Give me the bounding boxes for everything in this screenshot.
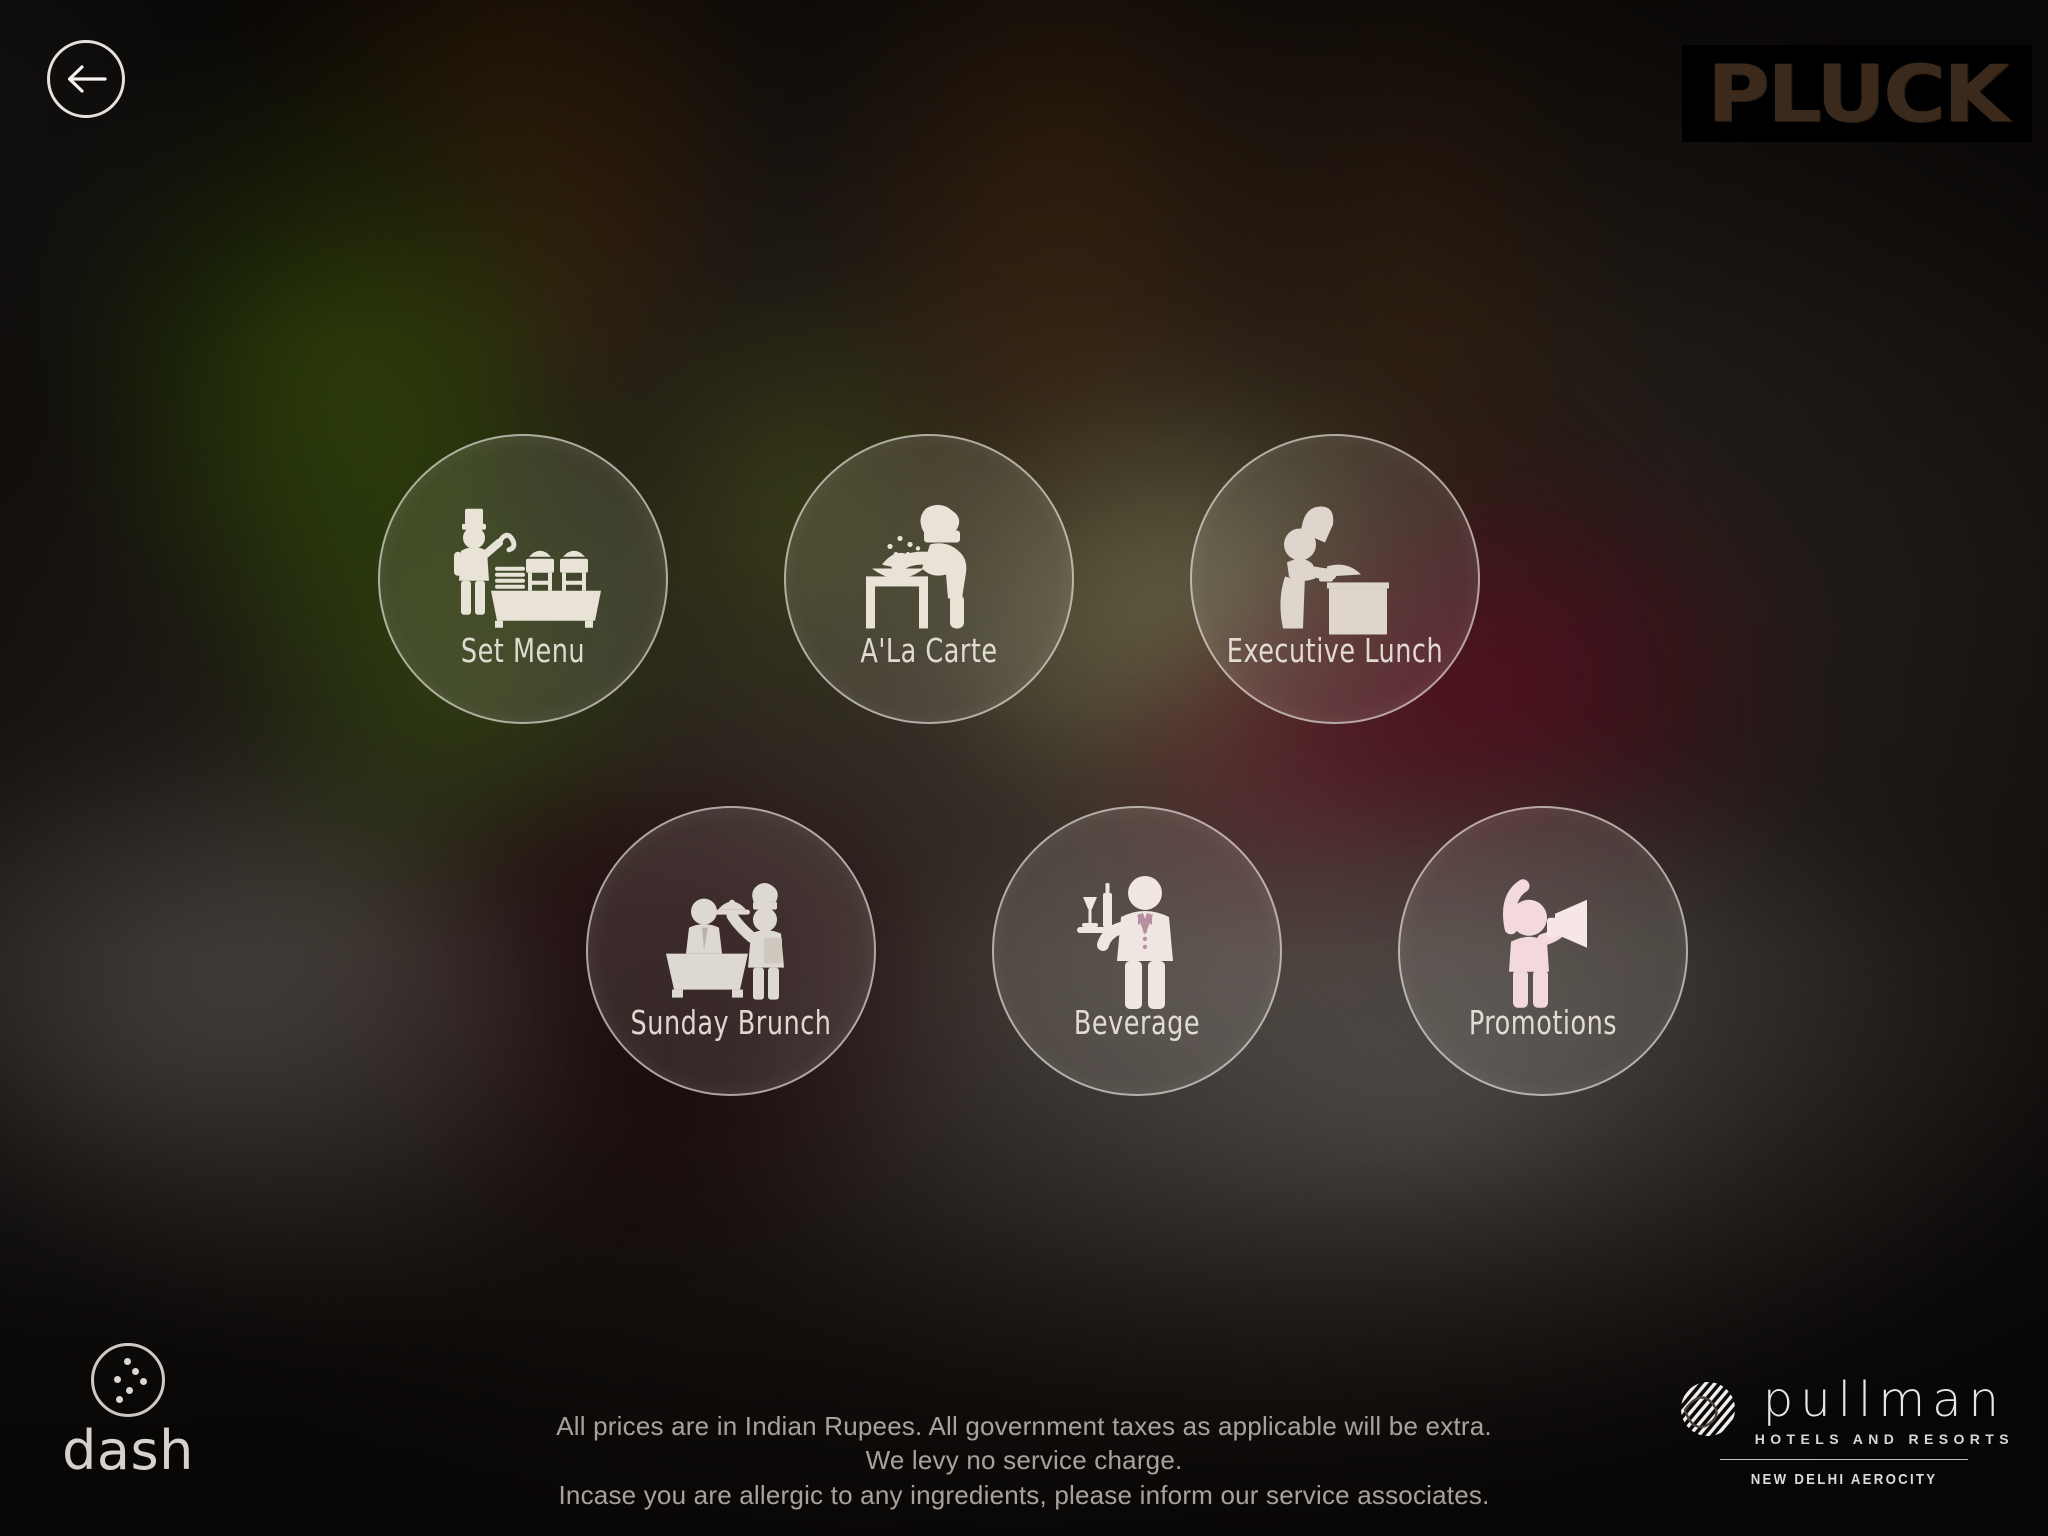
tile-promotions[interactable]: Promotions	[1398, 806, 1688, 1096]
pullman-hatched-circle-icon	[1679, 1380, 1737, 1443]
megaphone-person-icon	[1473, 870, 1613, 1010]
tile-ala-carte[interactable]: A'La Carte	[784, 434, 1074, 724]
tile-executive-lunch[interactable]: Executive Lunch	[1190, 434, 1480, 724]
pullman-tagline: HOTELS AND RESORTS	[1754, 1431, 2014, 1447]
pullman-hotel-logo: pullman HOTELS AND RESORTS NEW DELHI AER…	[1679, 1376, 2014, 1488]
pullman-location: NEW DELHI AEROCITY	[1751, 1471, 1938, 1488]
chef-chopping-icon	[1267, 502, 1403, 635]
tile-beverage[interactable]: Beverage	[992, 806, 1282, 1096]
waiter-table-icon	[656, 876, 806, 1006]
kiosk-screen: PLUCK Set Menu A'La Carte Executive Lunc…	[0, 0, 2048, 1536]
pluck-restaurant-logo: PLUCK	[1682, 45, 2032, 142]
tile-set-menu[interactable]: Set Menu	[378, 434, 668, 724]
tile-label-executive-lunch: Executive Lunch	[1226, 631, 1444, 670]
pullman-names: pullman HOTELS AND RESORTS	[1755, 1376, 2014, 1447]
chef-plating-icon	[854, 502, 1004, 634]
waiter-tray-drinks-icon	[1067, 871, 1207, 1009]
tile-label-promotions: Promotions	[1468, 1003, 1618, 1042]
chef-buffet-icon	[443, 505, 603, 633]
tile-sunday-brunch[interactable]: Sunday Brunch	[586, 806, 876, 1096]
pullman-logo-top: pullman HOTELS AND RESORTS	[1679, 1376, 2014, 1447]
tile-label-sunday-brunch: Sunday Brunch	[630, 1003, 832, 1042]
back-button[interactable]	[47, 40, 125, 118]
tile-label-ala-carte: A'La Carte	[860, 631, 998, 670]
dash-dot-circle-icon	[91, 1343, 165, 1418]
menu-tile-grid: Set Menu A'La Carte Executive Lunch Sund…	[0, 0, 2048, 1536]
pullman-divider	[1720, 1459, 1969, 1460]
pluck-wordmark: PLUCK	[1707, 47, 2009, 140]
tile-label-beverage: Beverage	[1073, 1003, 1201, 1042]
arrow-left-icon	[65, 62, 107, 96]
tile-label-set-menu: Set Menu	[460, 631, 586, 670]
pullman-wordmark: pullman	[1762, 1372, 2006, 1428]
